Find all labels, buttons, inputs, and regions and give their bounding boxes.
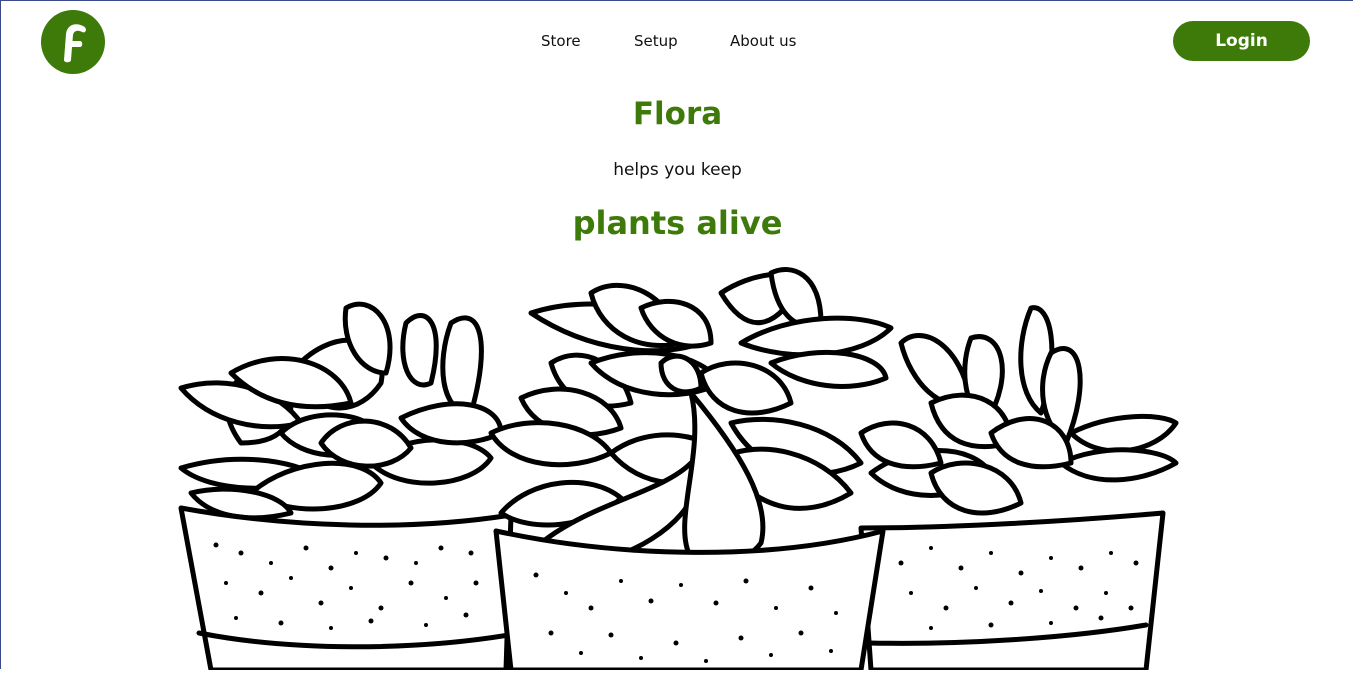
- login-button[interactable]: Login: [1173, 21, 1310, 61]
- right-pot: [858, 510, 1166, 673]
- nav-item-about-us[interactable]: About us: [730, 32, 796, 50]
- main-nav: Store Setup About us: [541, 32, 796, 50]
- left-pot: [178, 505, 514, 673]
- hero-subtitle: helps you keep: [613, 160, 742, 180]
- nav-item-store[interactable]: Store: [541, 32, 634, 50]
- hero-title: Flora: [632, 96, 723, 132]
- nav-item-setup[interactable]: Setup: [634, 32, 730, 50]
- flora-logo[interactable]: [41, 10, 105, 74]
- left-plant-leaves: [178, 301, 504, 521]
- logo-f-icon: [64, 24, 86, 63]
- center-plant-leaves: [488, 267, 894, 566]
- center-pot: [493, 528, 886, 673]
- right-plant-leaves: [858, 305, 1179, 516]
- hero-accent: plants alive: [572, 204, 783, 242]
- succulent-pots-illustration: [171, 263, 1181, 673]
